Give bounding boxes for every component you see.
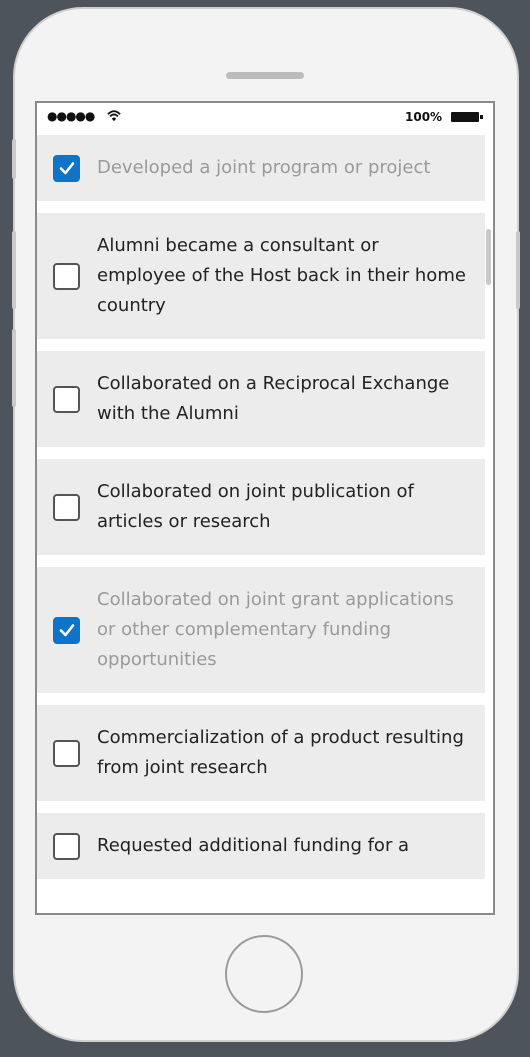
checkbox[interactable] <box>53 262 80 290</box>
option-label: Requested additional funding for a <box>97 835 410 856</box>
option-list: Developed a joint program or project Alu… <box>37 135 485 891</box>
option-item[interactable]: Developed a joint program or project <box>37 135 485 201</box>
phone-screen: ●●●●● 100% Developed a joint program or … <box>35 101 495 915</box>
side-button-top <box>12 139 16 179</box>
option-label: Commercialization of a product resulting… <box>97 727 464 778</box>
option-item[interactable]: Collaborated on a Reciprocal Exchange wi… <box>37 351 485 447</box>
option-label: Collaborated on joint grant applications… <box>97 589 454 670</box>
wifi-icon <box>107 110 121 122</box>
option-label: Developed a joint program or project <box>97 157 431 178</box>
status-bar: ●●●●● 100% <box>37 103 493 133</box>
phone-speaker <box>226 72 304 79</box>
checkmark-icon <box>59 624 74 637</box>
option-item[interactable]: Collaborated on joint grant applications… <box>37 567 485 693</box>
checkbox[interactable] <box>53 832 80 860</box>
side-button-power <box>516 231 520 309</box>
side-button-volume-down <box>12 329 16 407</box>
checkbox[interactable] <box>53 616 80 644</box>
checkbox[interactable] <box>53 739 80 767</box>
option-label: Collaborated on a Reciprocal Exchange wi… <box>97 373 450 424</box>
option-label: Alumni became a consultant or employee o… <box>97 235 466 316</box>
checkbox[interactable] <box>53 154 80 182</box>
battery-icon <box>451 112 483 122</box>
option-item[interactable]: Requested additional funding for a <box>37 813 485 879</box>
side-button-volume-up <box>12 231 16 309</box>
option-item[interactable]: Commercialization of a product resulting… <box>37 705 485 801</box>
checkmark-icon <box>59 162 74 175</box>
option-label: Collaborated on joint publication of art… <box>97 481 414 532</box>
option-item[interactable]: Collaborated on joint publication of art… <box>37 459 485 555</box>
checkbox[interactable] <box>53 493 80 521</box>
checkbox[interactable] <box>53 385 80 413</box>
scrollbar[interactable] <box>486 229 491 285</box>
signal-strength: ●●●●● <box>47 109 95 123</box>
home-button[interactable] <box>225 935 303 1013</box>
battery-percentage: 100% <box>405 110 443 124</box>
option-item[interactable]: Alumni became a consultant or employee o… <box>37 213 485 339</box>
